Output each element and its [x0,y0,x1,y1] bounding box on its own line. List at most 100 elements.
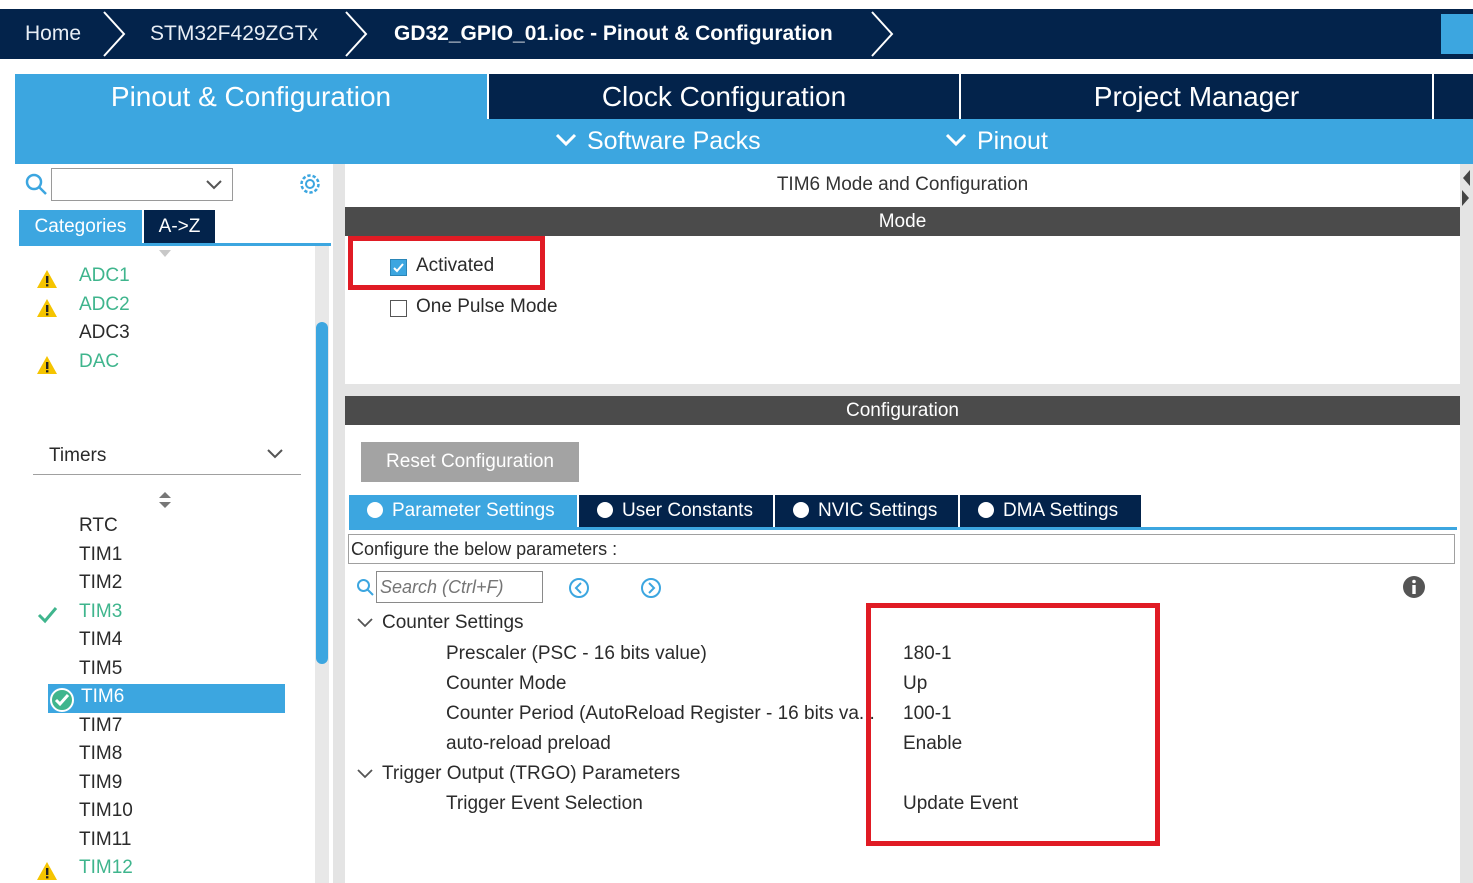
chevron-down-icon [267,449,283,459]
warning-icon [37,356,57,375]
info-icon[interactable] [1402,575,1426,599]
chevron-down-icon [206,180,222,190]
next-match-icon[interactable] [640,577,662,599]
check-icon [37,606,58,623]
peripheral-item[interactable]: DAC [79,351,119,373]
chevron-down-icon [555,133,577,147]
peripheral-item[interactable]: TIM10 [79,800,133,822]
chevron-right-icon [103,11,126,57]
tab-label: Pinout & Configuration [110,81,392,112]
search-combobox[interactable] [51,168,233,201]
tabs-rule [349,527,1457,530]
peripheral-item[interactable]: TIM1 [79,544,122,566]
tab-categories-label: Categories [34,216,127,237]
check-circle-icon [50,688,74,712]
param-prescaler-name: Prescaler (PSC - 16 bits value) [446,643,707,664]
tab-nvic-settings[interactable]: NVIC Settings [775,495,958,527]
peripheral-item[interactable]: TIM9 [79,772,122,794]
panel-divider[interactable] [333,164,345,883]
warning-icon [37,298,57,317]
timer-item-label[interactable]: TIM6 [81,686,124,708]
chevron-down-icon[interactable] [357,618,373,628]
software-packs-menu[interactable]: Software Packs [555,119,761,164]
peripheral-item[interactable]: TIM4 [79,629,122,651]
peripheral-item[interactable]: ADC2 [79,294,130,316]
check-circle-icon [978,502,994,518]
peripheral-item[interactable]: TIM3 [79,601,122,623]
param-auto-reload-name: auto-reload preload [446,733,611,754]
configuration-header-label: Configuration [845,400,960,421]
chevron-down-icon[interactable] [357,769,373,779]
breadcrumb-file[interactable]: GD32_GPIO_01.ioc - Pinout & Configuratio… [394,9,833,59]
group-counter-settings[interactable]: Counter Settings [382,612,524,634]
tab-dma-settings[interactable]: DMA Settings [960,495,1141,527]
mode-header: Mode [345,207,1460,236]
breadcrumb: Home STM32F429ZGTx GD32_GPIO_01.ioc - Pi… [0,9,1473,59]
tab-parameter-settings[interactable]: Parameter Settings [349,495,577,527]
chevron-right-icon [345,11,368,57]
param-counter-mode-name: Counter Mode [446,673,567,694]
tab-categories[interactable]: Categories [19,210,142,243]
chevron-down-icon [945,133,967,147]
tab-clock-configuration[interactable]: Clock Configuration [489,74,959,119]
previous-match-icon[interactable] [568,577,590,599]
peripheral-item[interactable]: ADC3 [79,322,130,344]
search-icon[interactable] [356,578,374,596]
top-strip [0,0,1473,9]
peripheral-item[interactable]: TIM12 [79,857,133,879]
software-packs-label: Software Packs [587,127,761,155]
highlight-activated [348,236,545,290]
left-panel [15,164,333,883]
tab-extra[interactable] [1434,74,1473,119]
peripheral-item[interactable]: TIM8 [79,743,122,765]
highlight-parameter-values [866,603,1160,846]
reset-configuration-button[interactable]: Reset Configuration [361,442,579,482]
sort-icon[interactable] [158,491,172,509]
one-pulse-checkbox[interactable] [390,300,407,317]
config-title: TIM6 Mode and Configuration [776,174,1029,195]
tab-project-manager[interactable]: Project Manager [961,74,1432,119]
timers-header[interactable]: Timers [33,436,301,475]
pinout-menu[interactable]: Pinout [945,119,1048,164]
peripheral-item[interactable]: TIM2 [79,572,122,594]
breadcrumb-home[interactable]: Home [25,9,81,59]
configure-text-field: Configure the below parameters : [348,534,1455,564]
check-circle-icon [597,502,613,518]
tab-parameter-settings-label: Parameter Settings [392,500,555,521]
param-counter-period-name: Counter Period (AutoReload Register - 16… [446,703,875,724]
left-scrollbar-thumb[interactable] [316,322,328,664]
gear-icon[interactable] [298,172,322,196]
peripheral-item[interactable]: TIM11 [79,829,131,851]
collapse-left-icon[interactable] [1461,168,1471,208]
peripheral-item[interactable]: RTC [79,515,118,537]
right-edge-strip[interactable] [1460,164,1473,883]
warning-icon [37,270,57,288]
collapse-arrow-icon[interactable] [158,249,172,259]
tab-dma-settings-label: DMA Settings [1003,500,1119,521]
tab-user-constants-label: User Constants [622,500,753,521]
tab-label: Project Manager [1093,81,1300,112]
chevron-right-icon [871,11,894,57]
search-icon[interactable] [24,172,48,196]
mode-header-label: Mode [878,211,927,232]
peripheral-item[interactable]: TIM5 [79,658,122,680]
timers-header-label: Timers [49,445,107,466]
param-trigger-event-name: Trigger Event Selection [446,793,643,814]
generate-code-button[interactable] [1441,14,1473,54]
breadcrumb-device[interactable]: STM32F429ZGTx [150,9,318,59]
check-circle-icon [367,502,383,518]
configuration-header: Configuration [345,396,1460,425]
tab-user-constants[interactable]: User Constants [579,495,773,527]
peripheral-item[interactable]: TIM7 [79,715,122,737]
configure-text: Configure the below parameters : [351,539,618,559]
tab-pinout-configuration[interactable]: Pinout & Configuration [15,74,487,119]
tab-az[interactable]: A->Z [144,210,215,243]
tab-nvic-settings-label: NVIC Settings [818,500,938,521]
mode-config-splitter[interactable] [345,384,1460,396]
group-trigger-output[interactable]: Trigger Output (TRGO) Parameters [382,763,680,785]
warning-icon [37,862,57,880]
peripheral-item[interactable]: ADC1 [79,265,130,287]
tabs-underline [19,243,331,246]
parameter-search-input[interactable] [376,571,543,603]
check-circle-icon [793,502,809,518]
